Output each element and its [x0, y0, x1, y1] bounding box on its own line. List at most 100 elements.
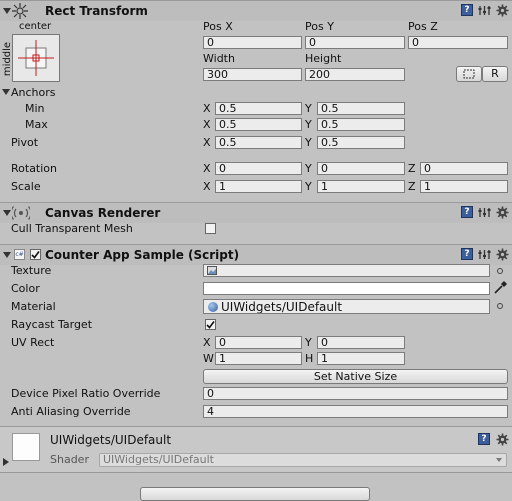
y-letter: Y	[305, 136, 312, 149]
gear-icon[interactable]	[496, 433, 509, 446]
pivot-y-field[interactable]: 0.5	[317, 136, 405, 149]
object-picker-icon[interactable]	[497, 268, 503, 274]
y-letter: Y	[305, 180, 312, 193]
pos-x-label: Pos X	[203, 20, 233, 33]
y-letter: Y	[305, 102, 312, 115]
uv-x-field[interactable]: 0	[215, 336, 302, 349]
component-title: Counter App Sample (Script)	[45, 248, 240, 262]
color-label: Color	[11, 282, 40, 295]
anchors-min-x-field[interactable]: 0.5	[215, 102, 302, 115]
scale-label: Scale	[11, 180, 41, 193]
uv-h-field[interactable]: 1	[317, 352, 405, 365]
help-icon[interactable]: ?	[461, 248, 473, 260]
x-letter: X	[203, 336, 211, 349]
material-object-field[interactable]: UIWidgets/UIDefault	[203, 299, 490, 314]
height-field[interactable]: 200	[305, 68, 405, 81]
w-letter: W	[203, 352, 214, 365]
x-letter: X	[203, 180, 211, 193]
rotation-z-field[interactable]: 0	[420, 162, 508, 175]
rect-transform-icon	[12, 3, 28, 19]
raycast-target-label: Raycast Target	[11, 318, 93, 331]
pos-z-field[interactable]: 0	[408, 36, 508, 49]
blueprint-mode-button[interactable]	[456, 66, 482, 82]
help-icon[interactable]: ?	[461, 4, 473, 16]
foldout-arrow-icon[interactable]	[3, 252, 11, 258]
component-title: Rect Transform	[45, 4, 148, 18]
width-field[interactable]: 300	[203, 68, 302, 81]
pivot-label: Pivot	[11, 136, 39, 149]
device-pixel-ratio-label: Device Pixel Ratio Override	[11, 387, 161, 400]
anchors-min-label: Min	[25, 102, 45, 115]
cull-transparent-mesh-label: Cull Transparent Mesh	[11, 222, 133, 235]
object-picker-icon[interactable]	[497, 303, 503, 309]
rotation-x-field[interactable]: 0	[215, 162, 302, 175]
rect-transform-header[interactable]: Rect Transform ?	[0, 0, 512, 21]
canvas-renderer-header[interactable]: Canvas Renderer ?	[0, 202, 512, 223]
foldout-arrow-icon[interactable]	[3, 210, 11, 216]
material-foldout-icon[interactable]	[3, 458, 9, 466]
cull-transparent-mesh-checkbox[interactable]	[205, 223, 216, 234]
scale-x-field[interactable]: 1	[215, 180, 302, 193]
pos-y-field[interactable]: 0	[305, 36, 405, 49]
anti-aliasing-field[interactable]: 4	[203, 405, 508, 418]
x-letter: X	[203, 118, 211, 131]
pos-x-field[interactable]: 0	[203, 36, 302, 49]
dropdown-arrow-icon	[496, 458, 502, 462]
eyedropper-icon[interactable]	[493, 280, 508, 295]
anchors-max-x-field[interactable]: 0.5	[215, 118, 302, 131]
uv-rect-label: UV Rect	[11, 336, 55, 349]
y-letter: Y	[305, 162, 312, 175]
checkmark-icon	[206, 321, 215, 329]
height-label: Height	[305, 52, 342, 65]
blueprint-icon	[463, 69, 475, 79]
gear-icon[interactable]	[496, 248, 509, 261]
anchor-presets-button[interactable]	[12, 34, 60, 82]
help-icon[interactable]: ?	[478, 433, 490, 445]
rotation-label: Rotation	[11, 162, 58, 175]
texture-label: Texture	[11, 264, 52, 277]
shader-dropdown[interactable]: UIWidgets/UIDefault	[99, 453, 507, 467]
foldout-arrow-icon[interactable]	[3, 8, 11, 14]
anchors-min-y-field[interactable]: 0.5	[317, 102, 405, 115]
anchors-foldout-icon[interactable]	[2, 89, 10, 95]
texture-object-field[interactable]	[203, 264, 490, 277]
anti-aliasing-label: Anti Aliasing Override	[11, 405, 131, 418]
anchors-max-y-field[interactable]: 0.5	[317, 118, 405, 131]
rotation-y-field[interactable]: 0	[317, 162, 405, 175]
script-file-icon: c#	[14, 249, 25, 260]
material-label: Material	[11, 300, 56, 313]
uv-y-field[interactable]: 0	[317, 336, 405, 349]
z-letter: Z	[408, 180, 416, 193]
checkmark-icon	[31, 251, 40, 259]
set-native-size-button[interactable]: Set Native Size	[203, 369, 508, 384]
device-pixel-ratio-field[interactable]: 0	[203, 387, 508, 400]
y-letter: Y	[305, 336, 312, 349]
gear-icon[interactable]	[496, 206, 509, 219]
preset-icon[interactable]	[478, 4, 491, 17]
raycast-target-checkbox[interactable]	[205, 319, 216, 330]
material-name: UIWidgets/UIDefault	[50, 433, 172, 447]
y-letter: Y	[305, 118, 312, 131]
raw-edit-button[interactable]: R	[482, 66, 508, 82]
help-icon[interactable]: ?	[461, 206, 473, 218]
component-title: Canvas Renderer	[45, 206, 161, 220]
anchor-preset-top-label: center	[19, 21, 52, 32]
add-component-button[interactable]	[140, 487, 370, 501]
anchors-max-label: Max	[25, 118, 48, 131]
pos-z-label: Pos Z	[408, 20, 438, 33]
x-letter: X	[203, 136, 211, 149]
color-field[interactable]	[203, 282, 490, 295]
pos-y-label: Pos Y	[305, 20, 334, 33]
gear-icon[interactable]	[496, 4, 509, 17]
material-value: UIWidgets/UIDefault	[221, 300, 343, 314]
scale-z-field[interactable]: 1	[420, 180, 508, 193]
preset-icon[interactable]	[478, 206, 491, 219]
scale-y-field[interactable]: 1	[317, 180, 405, 193]
anchors-label: Anchors	[11, 86, 56, 99]
shader-label: Shader	[50, 453, 89, 466]
component-enabled-checkbox[interactable]	[30, 249, 41, 260]
script-component-header[interactable]: c# Counter App Sample (Script) ?	[0, 244, 512, 265]
pivot-x-field[interactable]: 0.5	[215, 136, 302, 149]
preset-icon[interactable]	[478, 248, 491, 261]
uv-w-field[interactable]: 1	[215, 352, 302, 365]
